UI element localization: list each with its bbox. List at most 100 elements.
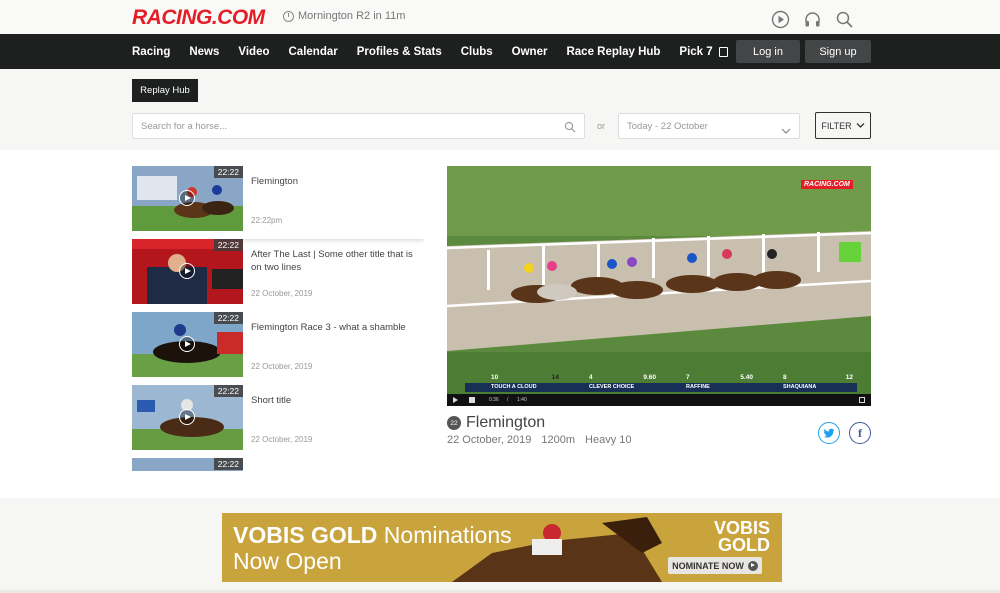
video-frame: [447, 166, 871, 406]
play-circle-icon[interactable]: [771, 10, 790, 29]
nav-item-profiles-stats[interactable]: Profiles & Stats: [357, 46, 442, 58]
runner-number: 8: [783, 374, 787, 381]
volume-icon[interactable]: [469, 397, 475, 403]
race-number-badge: 22: [447, 416, 461, 430]
fullscreen-icon[interactable]: [859, 397, 865, 403]
thumbnail[interactable]: 22:22: [132, 239, 243, 304]
date-select[interactable]: Today - 22 October: [618, 113, 800, 139]
headphones-icon[interactable]: [803, 10, 822, 29]
clock-icon: [283, 10, 294, 22]
nav-item-pick-7[interactable]: Pick 7: [679, 45, 728, 58]
nav-item-owner[interactable]: Owner: [512, 46, 548, 58]
ad-headline-bold: VOBIS GOLD: [233, 522, 378, 548]
duration-badge: 22:22: [213, 166, 243, 178]
play-icon[interactable]: [179, 336, 195, 352]
list-item[interactable]: 22:22 Flemington Race 3 - what a shamble…: [132, 312, 424, 385]
next-race-text: Mornington R2 in 11m: [298, 10, 406, 22]
nav-item-video[interactable]: Video: [238, 46, 269, 58]
search-icon[interactable]: [835, 10, 854, 29]
list-item[interactable]: 22:22: [132, 458, 424, 471]
runner-odds: 5.40: [740, 374, 753, 381]
item-title[interactable]: Flemington: [251, 176, 421, 189]
duration-badge: 22:22: [213, 239, 243, 251]
runner-odds: 9.60: [643, 374, 656, 381]
play-icon[interactable]: [453, 397, 458, 403]
nav-item-news[interactable]: News: [189, 46, 219, 58]
list-item[interactable]: 22:22 After The Last | Some other title …: [132, 239, 424, 312]
play-icon[interactable]: [179, 263, 195, 279]
race-venue: Flemington: [466, 414, 546, 431]
video-logo: RACING.COM: [801, 180, 853, 189]
duration-badge: 22:22: [213, 385, 243, 397]
runner-name: CLEVER CHOICE: [563, 383, 660, 392]
nav-items: Racing News Video Calendar Profiles & St…: [132, 34, 747, 69]
runner-4: 8 12 SHAQUIANA: [757, 372, 857, 392]
signup-button[interactable]: Sign up: [805, 40, 871, 63]
video-controls: 0:36 / 1:40: [447, 394, 871, 406]
nav-item-pick-7-label: Pick 7: [679, 45, 713, 58]
nav-item-clubs[interactable]: Clubs: [461, 46, 493, 58]
arrow-right-icon: [747, 560, 758, 571]
ad-brand-logo: VOBIS GOLD: [713, 518, 770, 555]
video-player[interactable]: RACING.COM 10 14 TOUCH A CLOUD 4 9.60 CL…: [447, 166, 871, 406]
play-icon[interactable]: [179, 190, 195, 206]
twitter-share-button[interactable]: [818, 422, 840, 444]
chevron-down-icon: [781, 122, 791, 134]
main-nav: Racing News Video Calendar Profiles & St…: [0, 34, 1000, 69]
list-item[interactable]: 22:22 Short title 22 October, 2019: [132, 385, 424, 458]
ad-banner[interactable]: VOBIS GOLD Nominations Now Open VOBIS GO…: [222, 513, 782, 582]
list-item[interactable]: 22:22 Flemington 22:22pm: [132, 166, 424, 239]
play-icon[interactable]: [179, 409, 195, 425]
facebook-share-button[interactable]: f: [849, 422, 871, 444]
nominate-now-button[interactable]: NOMINATE NOW: [668, 557, 762, 574]
search-placeholder: Search for a horse...: [141, 121, 228, 132]
nav-item-calendar[interactable]: Calendar: [289, 46, 338, 58]
next-race-link[interactable]: Mornington R2 in 11m: [283, 10, 405, 22]
ad-subheadline: Now Open: [233, 548, 342, 574]
race-meta: 22 October, 2019 1200m Heavy 10: [447, 434, 632, 446]
filter-button[interactable]: FILTER: [815, 112, 871, 139]
runner-odds: 12: [845, 374, 853, 381]
runner-number: 10: [491, 374, 499, 381]
nav-item-race-replay-hub[interactable]: Race Replay Hub: [566, 46, 660, 58]
item-title[interactable]: Flemington Race 3 - what a shamble: [251, 322, 421, 335]
site-logo[interactable]: RACING.COM: [132, 6, 265, 30]
race-distance: 1200m: [541, 434, 576, 446]
external-link-icon: [718, 46, 728, 57]
login-button[interactable]: Log in: [736, 40, 800, 63]
runner-name: TOUCH A CLOUD: [465, 383, 563, 392]
item-title[interactable]: Short title: [251, 395, 421, 408]
or-separator: or: [597, 121, 606, 131]
runner-2: 4 9.60 CLEVER CHOICE: [563, 372, 660, 392]
item-title[interactable]: After The Last | Some other title that i…: [251, 249, 421, 274]
duration-badge: 22:22: [213, 312, 243, 324]
race-date: 22 October, 2019: [447, 434, 532, 446]
race-track: Heavy 10: [585, 434, 632, 446]
thumbnail[interactable]: 22:22: [132, 458, 243, 471]
thumbnail[interactable]: 22:22: [132, 385, 243, 450]
thumbnail[interactable]: 22:22: [132, 166, 243, 231]
runner-number: 7: [686, 374, 690, 381]
item-date: 22 October, 2019: [251, 435, 313, 444]
runner-1: 10 14 TOUCH A CLOUD: [465, 372, 563, 392]
nav-item-racing[interactable]: Racing: [132, 46, 170, 58]
search-icon[interactable]: [564, 120, 576, 133]
runner-odds: 14: [551, 374, 559, 381]
item-date: 22 October, 2019: [251, 362, 313, 371]
horse-search-input[interactable]: Search for a horse...: [132, 113, 585, 139]
ad-headline-rest: Nominations: [377, 522, 512, 548]
facebook-icon: f: [858, 425, 862, 440]
runner-3: 7 5.40 RAFFINE: [660, 372, 757, 392]
top-icons: [771, 10, 854, 29]
tab-replay-hub[interactable]: Replay Hub: [132, 79, 198, 102]
filter-label: FILTER: [821, 120, 852, 131]
item-date: 22:22pm: [251, 216, 283, 225]
thumbnail[interactable]: 22:22: [132, 312, 243, 377]
ad-headline: VOBIS GOLD Nominations: [233, 522, 512, 549]
duration-badge: 22:22: [213, 458, 243, 470]
date-select-value: Today - 22 October: [627, 121, 708, 132]
runner-name: RAFFINE: [660, 383, 757, 392]
runner-bar: 10 14 TOUCH A CLOUD 4 9.60 CLEVER CHOICE…: [465, 372, 857, 392]
replay-list[interactable]: 22:22 Flemington 22:22pm 22:22 After The…: [132, 166, 424, 471]
top-bar: RACING.COM Mornington R2 in 11m: [0, 0, 1000, 34]
